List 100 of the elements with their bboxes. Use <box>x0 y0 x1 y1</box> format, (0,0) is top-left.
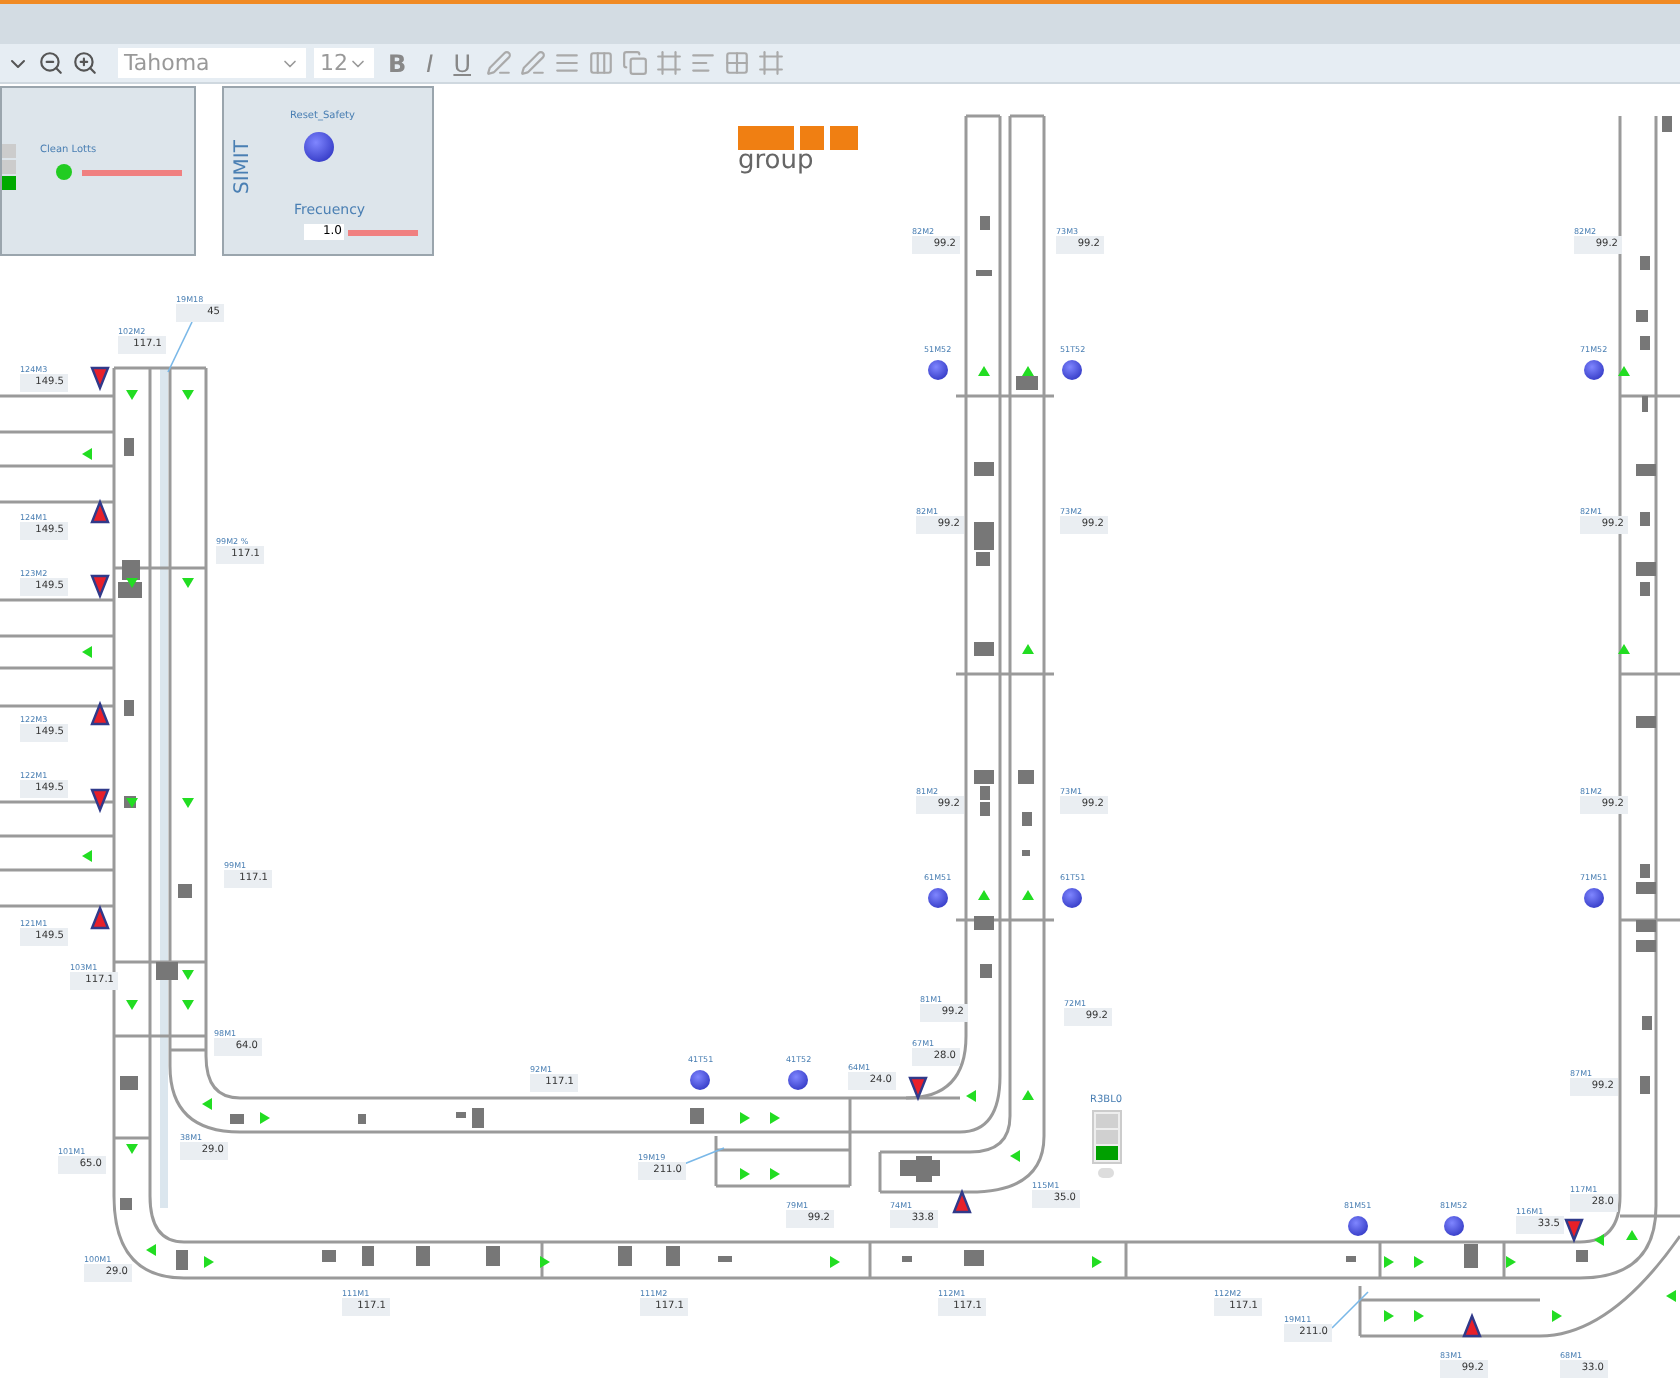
package-block <box>230 1114 244 1124</box>
motor-indicator[interactable] <box>1062 888 1083 908</box>
direction-arrow-icon <box>182 578 194 588</box>
bold-button[interactable]: B <box>382 45 413 81</box>
font-field[interactable]: Tahoma <box>118 48 306 78</box>
company-logo: group <box>738 126 890 186</box>
package-block <box>1636 310 1648 322</box>
package-block <box>1022 850 1030 856</box>
italic-button[interactable]: I <box>420 45 440 81</box>
diverter-icon[interactable] <box>952 1188 972 1214</box>
package-block <box>486 1246 500 1266</box>
direction-arrow-icon <box>182 1000 194 1010</box>
package-block <box>176 1250 188 1270</box>
direction-arrow-icon <box>1666 1290 1676 1302</box>
package-block <box>178 884 192 898</box>
direction-arrow-icon <box>740 1168 750 1180</box>
package-block <box>980 964 992 978</box>
package-block <box>1016 376 1038 390</box>
diverter-icon[interactable] <box>908 1076 928 1102</box>
direction-arrow-icon <box>126 578 138 588</box>
package-block <box>1636 716 1656 728</box>
direction-arrow-icon <box>540 1256 550 1268</box>
package-block <box>124 438 134 456</box>
package-block <box>1464 1244 1478 1268</box>
zoom-out-icon[interactable] <box>38 50 64 76</box>
direction-arrow-icon <box>126 1144 138 1154</box>
direction-arrow-icon <box>1594 1234 1604 1246</box>
link-bar <box>82 170 182 176</box>
diverter-icon[interactable] <box>90 788 110 814</box>
direction-arrow-icon <box>204 1256 214 1268</box>
line-color-icon[interactable] <box>519 50 545 76</box>
package-block <box>980 216 990 230</box>
diverter-icon[interactable] <box>90 366 110 392</box>
package-block <box>718 1256 732 1262</box>
motor-indicator[interactable] <box>927 360 948 380</box>
diverter-icon[interactable] <box>90 574 110 600</box>
direction-arrow-icon <box>1384 1256 1394 1268</box>
direction-arrow-icon <box>770 1112 780 1124</box>
direction-arrow-icon <box>978 366 990 376</box>
direction-arrow-icon <box>182 970 194 980</box>
direction-arrow-icon <box>182 390 194 400</box>
direction-arrow-icon <box>1022 890 1034 900</box>
package-block <box>1018 770 1034 784</box>
package-block <box>1636 464 1656 476</box>
leader-line <box>167 321 193 373</box>
package-block <box>690 1108 704 1124</box>
package-block <box>322 1250 336 1262</box>
direction-arrow-icon <box>146 1244 156 1256</box>
motor-indicator[interactable] <box>1443 1216 1464 1236</box>
reset-button[interactable] <box>304 132 334 162</box>
package-block <box>124 700 134 716</box>
lamp-base-icon <box>1098 1168 1115 1178</box>
diverter-icon[interactable] <box>90 700 110 726</box>
direction-arrow-icon <box>978 890 990 900</box>
package-block <box>974 462 994 476</box>
motor-indicator[interactable] <box>788 1070 809 1090</box>
package-block <box>362 1246 374 1266</box>
direction-arrow-icon <box>1414 1310 1424 1322</box>
motor-indicator[interactable] <box>1583 888 1604 908</box>
direction-arrow-icon <box>1506 1256 1516 1268</box>
motor-indicator[interactable] <box>1583 360 1604 380</box>
font-size-field[interactable]: 12 <box>314 48 374 78</box>
direction-arrow-icon <box>966 1090 976 1102</box>
package-block <box>964 1250 984 1266</box>
package-block <box>974 916 994 930</box>
panel-title: SIMIT <box>230 140 256 194</box>
leader-line <box>683 1147 725 1165</box>
toggle-button[interactable] <box>56 164 72 180</box>
package-block <box>1642 1016 1652 1030</box>
motor-indicator[interactable] <box>1062 360 1083 380</box>
diverter-icon[interactable] <box>90 904 110 930</box>
direction-arrow-icon <box>82 448 92 460</box>
package-block <box>1642 396 1648 412</box>
direction-arrow-icon <box>1414 1256 1424 1268</box>
package-block <box>976 270 992 276</box>
package-block <box>156 962 178 980</box>
package-block <box>902 1256 912 1262</box>
leader-line <box>1331 1291 1369 1329</box>
zoom-in-icon[interactable] <box>72 50 98 76</box>
package-block <box>1640 256 1650 270</box>
direction-arrow-icon <box>1384 1310 1394 1322</box>
direction-arrow-icon <box>740 1112 750 1124</box>
direction-arrow-icon <box>126 1000 138 1010</box>
direction-arrow-icon <box>1552 1310 1562 1322</box>
direction-arrow-icon <box>82 646 92 658</box>
diverter-icon[interactable] <box>90 498 110 524</box>
motor-indicator[interactable] <box>1347 1216 1368 1236</box>
motor-indicator[interactable] <box>927 888 948 908</box>
direction-arrow-icon <box>830 1256 840 1268</box>
package-block <box>1346 1256 1356 1262</box>
underline-button[interactable]: U <box>447 45 477 81</box>
direction-arrow-icon <box>1092 1256 1102 1268</box>
link-bar <box>348 230 418 236</box>
motor-indicator[interactable] <box>690 1070 711 1090</box>
diverter-icon[interactable] <box>1462 1312 1482 1338</box>
direction-arrow-icon <box>1022 366 1034 376</box>
diverter-icon[interactable] <box>1564 1218 1584 1244</box>
package-block <box>120 1198 132 1210</box>
direction-arrow-icon <box>82 850 92 862</box>
package-block <box>974 642 994 656</box>
